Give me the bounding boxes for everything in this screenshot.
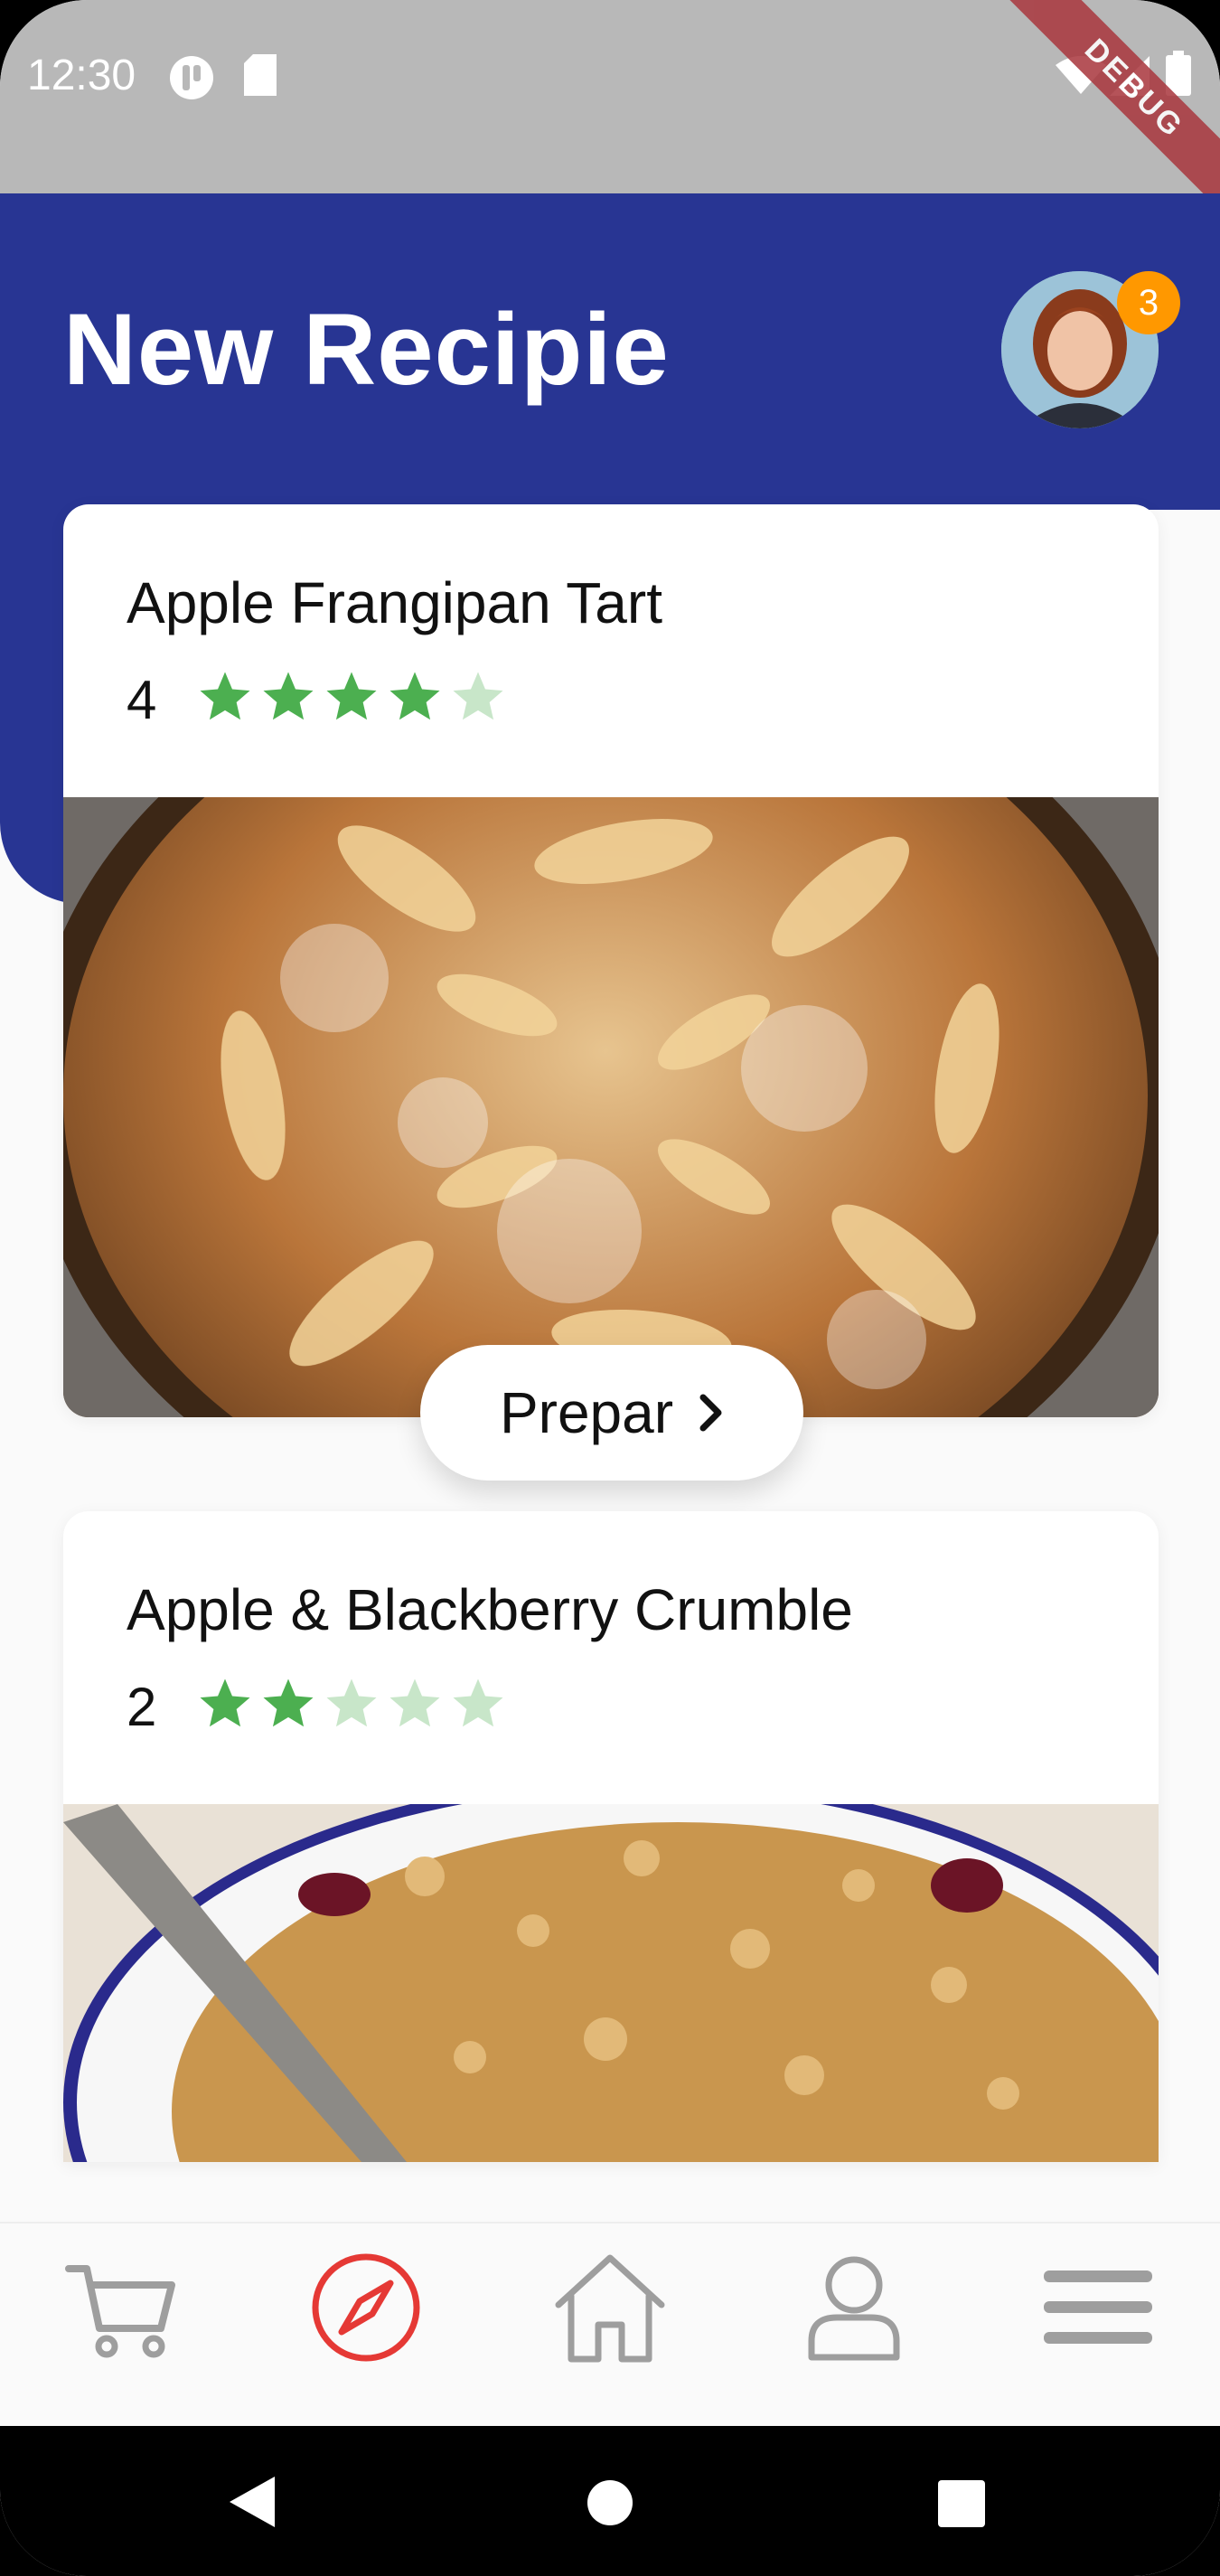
recipe-card[interactable]: Apple & Blackberry Crumble 2	[63, 1511, 1159, 2162]
rating-stars	[195, 1674, 508, 1734]
recipe-title: Apple & Blackberry Crumble	[127, 1577, 853, 1642]
chevron-right-icon	[699, 1394, 722, 1432]
recipe-card[interactable]: Apple Frangipan Tart 4	[63, 504, 1159, 1417]
star-empty-icon	[453, 672, 503, 720]
recents-icon[interactable]	[938, 2480, 985, 2527]
menu-icon[interactable]	[1039, 2249, 1157, 2366]
home-button-icon[interactable]	[587, 2480, 633, 2525]
star-filled-icon	[200, 672, 250, 720]
prepare-button[interactable]: Prepar	[420, 1345, 803, 1481]
star-empty-icon	[389, 1678, 440, 1727]
rating-value: 4	[127, 670, 157, 730]
star-filled-icon	[263, 1678, 314, 1727]
prepare-label: Prepar	[499, 1380, 674, 1445]
page-title: New Recipie	[63, 293, 670, 406]
rating-stars	[195, 667, 508, 727]
profile-icon[interactable]	[795, 2249, 913, 2366]
star-empty-icon	[453, 1678, 503, 1727]
sd-card-icon	[244, 54, 277, 96]
compass-icon[interactable]	[307, 2249, 425, 2366]
notification-badge: 3	[1117, 271, 1180, 334]
recipe-image-crumble	[63, 1804, 1159, 2162]
recipe-title: Apple Frangipan Tart	[127, 570, 662, 635]
app-screen: 12:30 DEBUG New Recipie 3 Apple Frangipa…	[0, 0, 1220, 2576]
rating-value: 2	[127, 1677, 157, 1737]
star-filled-icon	[263, 672, 314, 720]
recipe-image-tart	[63, 797, 1159, 1417]
home-icon[interactable]	[551, 2249, 669, 2366]
star-filled-icon	[326, 672, 377, 720]
system-navigation-bar	[0, 2426, 1220, 2576]
back-icon[interactable]	[230, 2477, 277, 2527]
cart-icon[interactable]	[63, 2249, 181, 2366]
star-empty-icon	[326, 1678, 377, 1727]
status-bar: 12:30 DEBUG	[0, 0, 1220, 229]
star-filled-icon	[389, 672, 440, 720]
star-filled-icon	[200, 1678, 250, 1727]
status-time: 12:30	[27, 52, 136, 99]
notification-app-icon	[170, 56, 213, 99]
